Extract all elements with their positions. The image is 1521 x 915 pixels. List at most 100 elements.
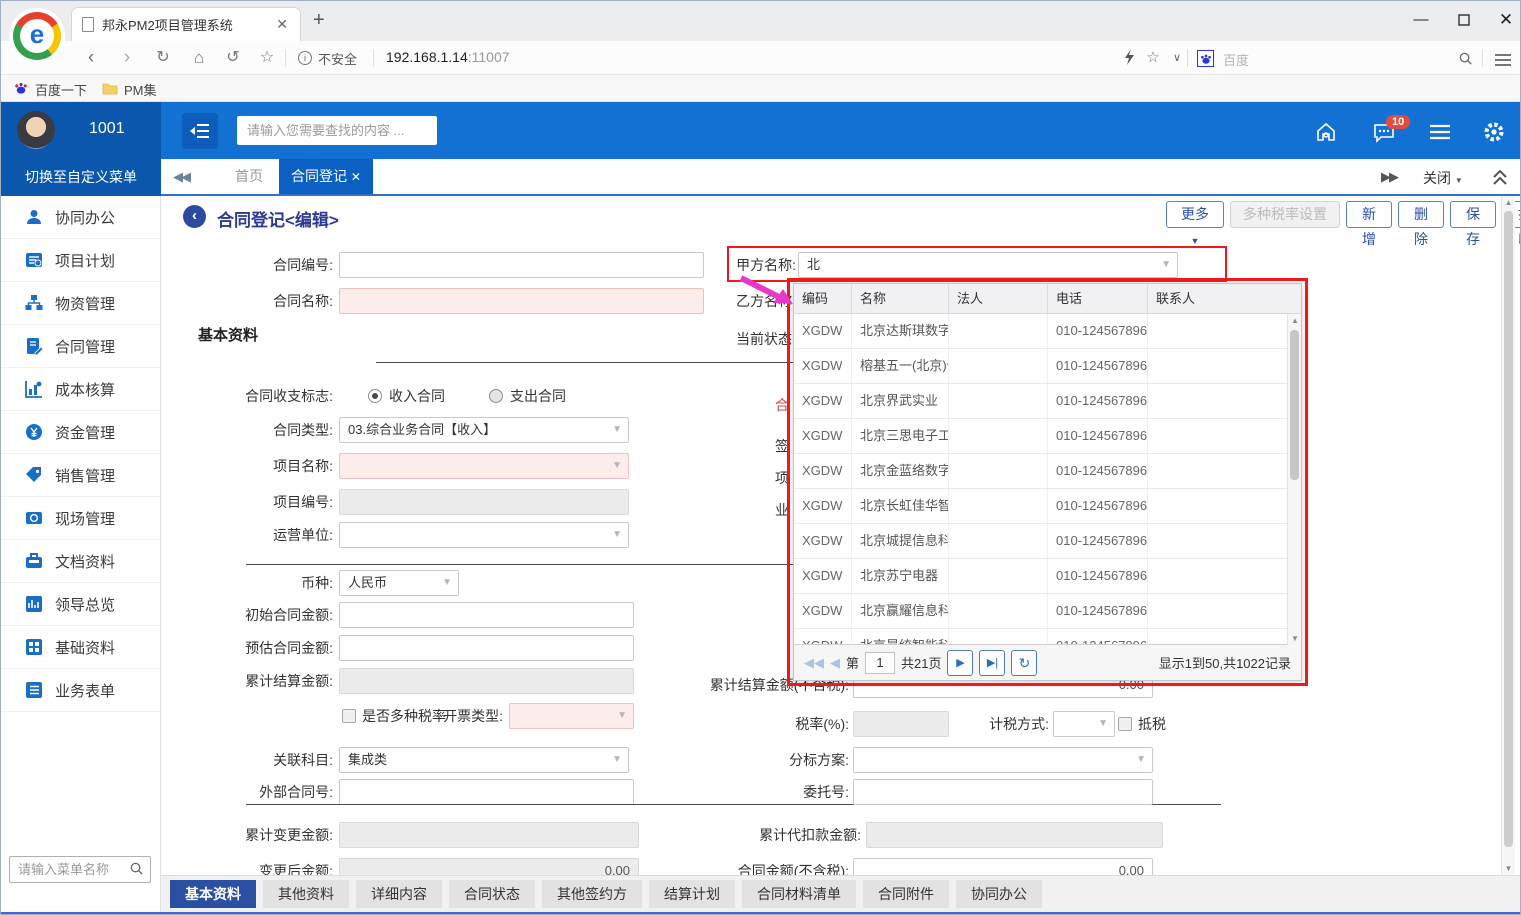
forward-icon[interactable]: › (115, 45, 139, 71)
related-subject-select[interactable]: 集成类▼ (339, 747, 629, 773)
tabs-scroll-right-icon[interactable]: ▶▶ (1381, 169, 1397, 185)
sidebar-item-funds[interactable]: 资金管理 (1, 411, 160, 454)
multi-tax-checkbox[interactable] (342, 709, 356, 723)
col-code[interactable]: 编码 (794, 284, 852, 313)
bookmark-star-icon[interactable]: ☆ (255, 45, 279, 71)
baidu-paw-icon[interactable] (1197, 50, 1214, 67)
scroll-up-icon[interactable]: ▲ (1288, 316, 1302, 325)
new-tab-button[interactable]: + (313, 9, 325, 32)
add-button[interactable]: 新增 (1346, 201, 1392, 228)
tab-collab[interactable]: 协同办公 (956, 880, 1042, 908)
sidebar-item-forms[interactable]: 业务表单 (1, 669, 160, 712)
col-phone[interactable]: 电话 (1048, 284, 1148, 313)
entrust-no-input[interactable] (853, 779, 1153, 805)
expense-radio-label[interactable]: 支出合同 (510, 383, 566, 409)
sidebar-item-cost[interactable]: 成本核算 (1, 368, 160, 411)
browser-logo-icon[interactable]: e (13, 12, 61, 60)
sidebar-item-overview[interactable]: 领导总览 (1, 583, 160, 626)
contract-type-select[interactable]: 03.综合业务合同【收入】▼ (339, 417, 629, 443)
col-name[interactable]: 名称 (852, 284, 949, 313)
settings-gear-icon[interactable] (1481, 119, 1507, 145)
tab-contract-status[interactable]: 合同状态 (449, 880, 535, 908)
table-row[interactable]: XGDW北京界武实业010-124567896 (794, 384, 1301, 419)
table-row[interactable]: XGDW北京金蓝络数字科010-124567896 (794, 454, 1301, 489)
prev-page-icon[interactable]: ◀ (830, 655, 840, 671)
collapse-up-icon[interactable] (1491, 167, 1509, 192)
tab-attachments[interactable]: 合同附件 (863, 880, 949, 908)
menu-switch-button[interactable]: 切换至自定义菜单 (1, 159, 161, 196)
split-plan-select[interactable]: ▼ (853, 747, 1153, 773)
sidebar-item-documents[interactable]: 文档资料 (1, 540, 160, 583)
minimize-button[interactable]: — (1406, 9, 1436, 33)
refresh-button[interactable]: ↻ (1011, 650, 1037, 676)
chevron-down-icon[interactable]: ∨ (1165, 45, 1189, 71)
tab-close-icon[interactable]: ✕ (351, 170, 361, 184)
next-page-button[interactable]: ▶ (947, 650, 973, 676)
back-button[interactable]: ‹ (183, 205, 206, 228)
url-text[interactable]: 192.168.1.14:11007 (386, 49, 510, 65)
expense-radio[interactable] (489, 389, 503, 403)
scrollbar-thumb[interactable] (1504, 211, 1513, 847)
table-row[interactable]: XGDW北京达斯琪数字科010-124567896 (794, 314, 1301, 349)
browser-tab[interactable]: 邦永PM2项目管理系统 ✕ (71, 7, 301, 41)
last-page-button[interactable]: ▶| (979, 650, 1005, 676)
global-search-input[interactable] (237, 116, 437, 145)
apps-menu-icon[interactable] (1427, 119, 1453, 145)
tab-material-list[interactable]: 合同材料清单 (742, 880, 856, 908)
invoice-type-select[interactable]: ▼ (509, 703, 634, 729)
table-row[interactable]: XGDW北京苏宁电器010-124567896 (794, 559, 1301, 594)
menu-icon[interactable] (1491, 49, 1515, 75)
reload-icon[interactable]: ↻ (151, 45, 175, 71)
tab-home[interactable]: 首页 (219, 159, 279, 194)
tab-close-icon[interactable]: ✕ (274, 16, 290, 33)
lightning-icon[interactable] (1117, 47, 1141, 73)
close-tabs-dropdown[interactable]: 关闭 ▼ (1423, 168, 1463, 188)
init-amount-input[interactable] (339, 602, 634, 628)
tab-basic-data[interactable]: 基本资料 (170, 880, 256, 908)
save-button[interactable]: 保存 (1450, 201, 1496, 228)
tab-other-data[interactable]: 其他资料 (263, 880, 349, 908)
amount-notax-input[interactable]: 0.00 (853, 858, 1153, 875)
currency-select[interactable]: 人民币▼ (339, 570, 459, 596)
table-row[interactable]: XGDW榕基五一(北京)信010-124567896 (794, 349, 1301, 384)
security-info-icon[interactable]: i (298, 51, 312, 65)
external-no-input[interactable] (339, 779, 634, 805)
sidebar-item-materials[interactable]: 物资管理 (1, 282, 160, 325)
tax-deduct-label[interactable]: 抵税 (1138, 711, 1166, 737)
sidebar-item-site[interactable]: 现场管理 (1, 497, 160, 540)
tab-contract-register[interactable]: 合同登记 ✕ (279, 159, 373, 194)
delete-button[interactable]: 删除 (1398, 201, 1444, 228)
first-page-icon[interactable]: ◀◀ (804, 655, 824, 671)
user-block[interactable]: 1001 (1, 102, 161, 159)
sidebar-item-plan[interactable]: 项目计划 (1, 239, 160, 282)
tax-method-select[interactable]: ▼ (1053, 711, 1115, 737)
scroll-down-icon[interactable]: ▼ (1288, 634, 1302, 643)
page-number-input[interactable]: 1 (865, 652, 895, 674)
col-contact[interactable]: 联系人 (1148, 284, 1301, 313)
party-a-input[interactable]: 北▼ (798, 252, 1178, 278)
sidebar-item-sales[interactable]: 销售管理 (1, 454, 160, 497)
tabs-scroll-left-icon[interactable]: ◀◀ (173, 169, 189, 185)
tab-other-signers[interactable]: 其他签约方 (542, 880, 642, 908)
table-row[interactable]: XGDW北京晨统智能科技010-124567896 (794, 629, 1301, 645)
menu-toggle-button[interactable] (182, 113, 218, 149)
income-radio[interactable] (368, 389, 382, 403)
table-row[interactable]: XGDW北京赢耀信息科技010-124567896 (794, 594, 1301, 629)
sidebar-item-collab[interactable]: 协同办公 (1, 196, 160, 239)
op-unit-select[interactable]: ▼ (339, 522, 629, 548)
tab-settlement-plan[interactable]: 结算计划 (649, 880, 735, 908)
table-row[interactable]: XGDW北京三思电子工程010-124567896 (794, 419, 1301, 454)
more-button[interactable]: 更多▼ (1166, 201, 1224, 228)
bookmark-baidu[interactable]: 百度一下 (35, 80, 87, 99)
project-name-select[interactable]: ▼ (339, 453, 629, 479)
menu-search-icon[interactable] (129, 861, 144, 881)
scroll-down-icon[interactable]: ▼ (1502, 864, 1515, 873)
main-scrollbar[interactable]: ▲ ▼ (1501, 196, 1515, 875)
scroll-up-icon[interactable]: ▲ (1502, 198, 1515, 207)
tax-deduct-checkbox[interactable] (1118, 717, 1132, 731)
col-legal[interactable]: 法人 (949, 284, 1048, 313)
sidebar-item-basedata[interactable]: 基础资料 (1, 626, 160, 669)
est-amount-input[interactable] (339, 635, 634, 661)
popup-scrollbar[interactable]: ▲ ▼ (1287, 314, 1301, 645)
maximize-button[interactable] (1449, 9, 1479, 33)
